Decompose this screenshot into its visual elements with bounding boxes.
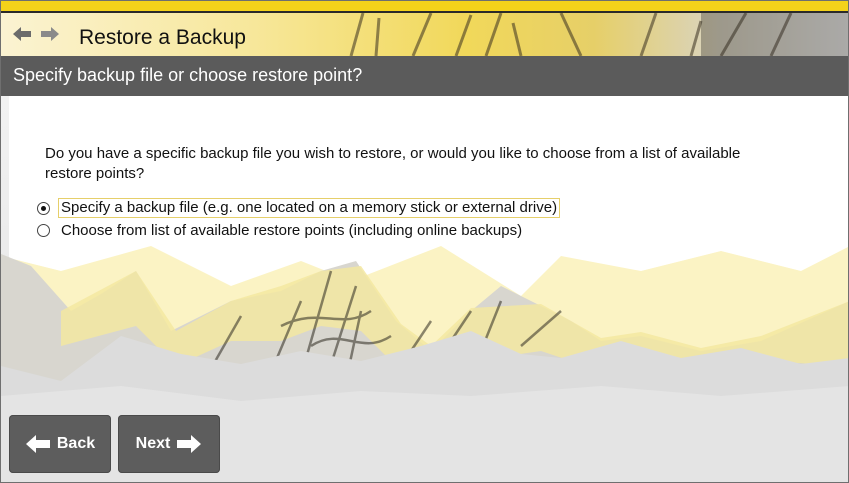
back-button-label: Back xyxy=(56,435,96,452)
question-text: Do you have a specific backup file you w… xyxy=(45,145,741,182)
option-specify-backup-file[interactable]: Specify a backup file (e.g. one located … xyxy=(37,198,561,218)
subheader-bar: Specify backup file or choose restore po… xyxy=(1,56,848,96)
right-arrow-icon xyxy=(177,435,202,453)
content-area: Do you have a specific backup file you w… xyxy=(1,96,848,482)
back-button[interactable]: Back xyxy=(9,415,111,473)
subheader-title: Specify backup file or choose restore po… xyxy=(13,65,363,85)
header: Restore a Backup xyxy=(1,13,848,56)
next-button-label: Next xyxy=(135,435,171,452)
left-arrow-icon xyxy=(25,435,50,453)
option-label[interactable]: Specify a backup file (e.g. one located … xyxy=(58,198,561,218)
left-arrow-icon[interactable] xyxy=(11,25,33,43)
radio-button[interactable] xyxy=(37,224,50,237)
radio-dot xyxy=(41,205,46,211)
option-label[interactable]: Choose from list of available restore po… xyxy=(58,222,525,239)
right-arrow-icon[interactable] xyxy=(39,25,61,43)
wizard-window: Restore a Backup Specify backup file or … xyxy=(0,0,849,483)
top-accent-bar xyxy=(1,1,848,13)
next-button[interactable]: Next xyxy=(118,415,220,473)
nav-arrows xyxy=(11,25,61,43)
radio-button-selected[interactable] xyxy=(37,201,50,215)
option-choose-restore-point[interactable]: Choose from list of available restore po… xyxy=(37,222,525,239)
page-title: Restore a Backup xyxy=(79,26,246,49)
